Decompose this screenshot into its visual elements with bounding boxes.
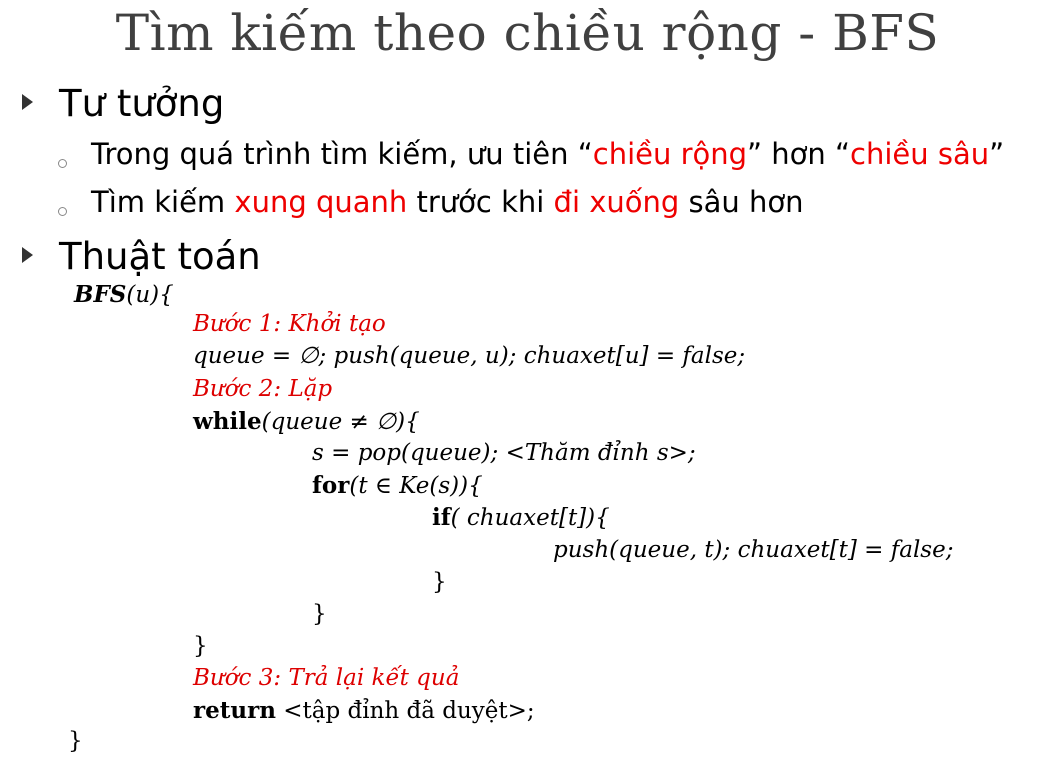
section-heading-algorithm: Thuật toán [22, 235, 261, 278]
idea-bullet-2: Tìm kiếm xung quanh trước khi đi xuống s… [58, 185, 804, 219]
code-close-fn: } [68, 728, 83, 754]
code-close-while: } [193, 633, 208, 659]
triangle-bullet-icon [22, 93, 33, 110]
circle-bullet-icon [58, 159, 67, 168]
code-close-for: } [312, 601, 327, 627]
code-push-line: push(queue, t); chuaxet[t] = false; [553, 537, 954, 563]
code-step-1: Bước 1: Khởi tạo [193, 311, 386, 337]
code-fn-signature: BFS(u){ [74, 281, 174, 308]
slide-title: Tìm kiếm theo chiều rộng - BFS [115, 4, 940, 62]
code-step-3: Bước 3: Trả lại kết quả [193, 665, 460, 691]
code-pop-line: s = pop(queue); <Thăm đỉnh s>; [312, 440, 696, 466]
idea-bullet-1: Trong quá trình tìm kiếm, ưu tiên “chiều… [58, 137, 1004, 171]
code-while-line: while(queue ≠ ∅){ [193, 408, 420, 435]
code-init-line: queue = ∅; push(queue, u); chuaxet[u] = … [193, 343, 746, 369]
circle-bullet-icon [58, 207, 67, 216]
code-if-line: if( chuaxet[t]){ [432, 504, 610, 531]
section-heading-idea: Tư tưởng [22, 82, 224, 125]
code-step-2: Bước 2: Lặp [193, 376, 333, 402]
code-return-line: return <tập đỉnh đã duyệt>; [193, 697, 535, 724]
code-close-if: } [432, 569, 447, 595]
triangle-bullet-icon [22, 246, 33, 263]
code-for-line: for(t ∈ Ke(s)){ [312, 472, 483, 499]
